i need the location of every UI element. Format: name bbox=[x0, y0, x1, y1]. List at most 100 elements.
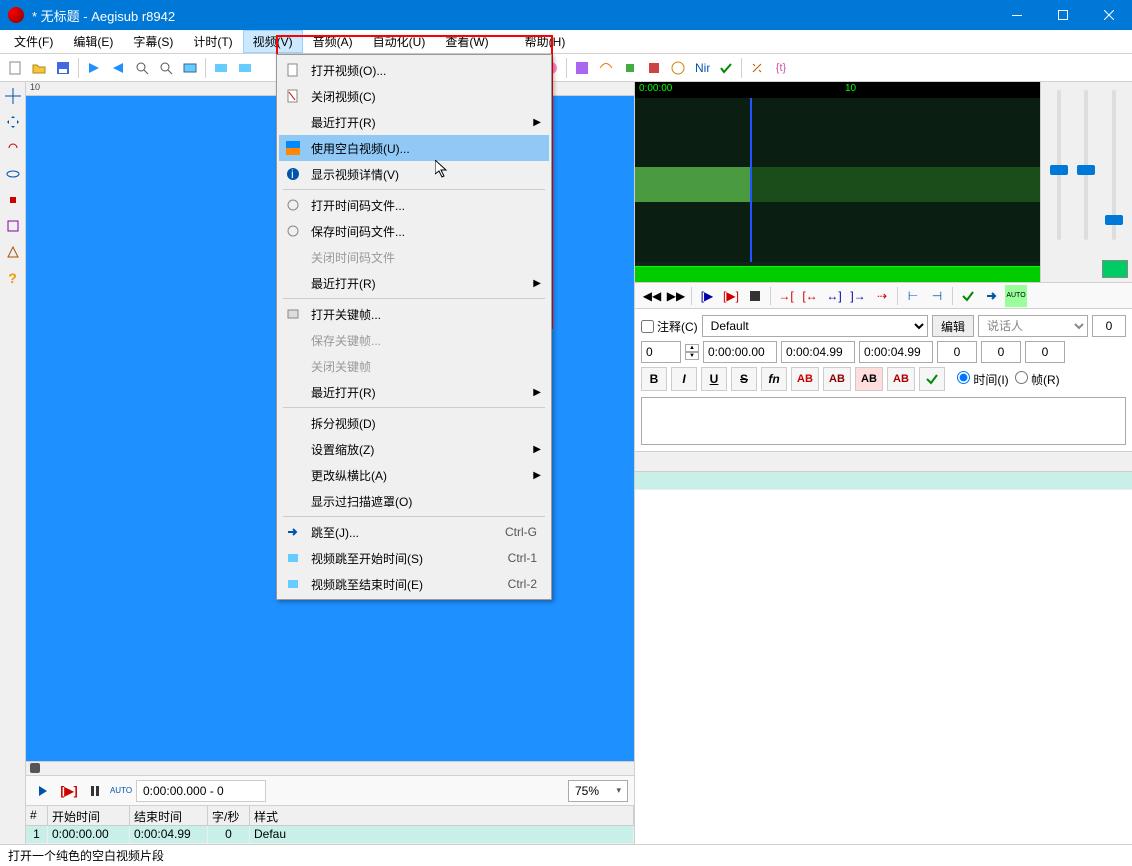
menu-automation[interactable]: 自动化(U) bbox=[363, 30, 436, 53]
stop-icon[interactable] bbox=[744, 285, 766, 307]
menu-detach-video[interactable]: 拆分视频(D) bbox=[279, 410, 549, 436]
menu-video[interactable]: 视频(V) bbox=[243, 30, 303, 53]
jump-video-start-icon[interactable] bbox=[83, 57, 105, 79]
open-icon[interactable] bbox=[28, 57, 50, 79]
play-selection-icon[interactable]: [▶ bbox=[696, 285, 718, 307]
settings-icon[interactable] bbox=[746, 57, 768, 79]
menu-jump-start[interactable]: 视频跳至开始时间(S)Ctrl-1 bbox=[279, 545, 549, 571]
audio-scrollbar[interactable] bbox=[635, 266, 1040, 282]
snap-start-icon[interactable] bbox=[210, 57, 232, 79]
layer-down-icon[interactable]: ▼ bbox=[685, 352, 699, 360]
effect-field[interactable] bbox=[1092, 315, 1126, 337]
menu-open-timecodes[interactable]: 打开时间码文件... bbox=[279, 192, 549, 218]
grid-header-num[interactable]: # bbox=[26, 806, 48, 825]
jump-video-end-icon[interactable] bbox=[107, 57, 129, 79]
pause-icon[interactable] bbox=[84, 780, 106, 802]
edit-style-button[interactable]: 编辑 bbox=[932, 315, 974, 337]
menu-view[interactable]: 查看(W) bbox=[435, 30, 498, 53]
volume-slider[interactable] bbox=[1105, 90, 1123, 240]
layer-up-icon[interactable]: ▲ bbox=[685, 344, 699, 352]
play-line-icon[interactable]: [▶] bbox=[58, 780, 80, 802]
snap-end-icon[interactable] bbox=[234, 57, 256, 79]
commit-text-button[interactable] bbox=[919, 367, 945, 391]
clip-tool-icon[interactable] bbox=[3, 216, 23, 236]
italic-button[interactable]: I bbox=[671, 367, 697, 391]
play-before-start-icon[interactable]: →[ bbox=[775, 285, 797, 307]
spellcheck-icon[interactable] bbox=[715, 57, 737, 79]
shadow-color-button[interactable]: AB bbox=[887, 367, 915, 391]
margin-r-field[interactable] bbox=[981, 341, 1021, 363]
menu-help[interactable]: 帮助(H) bbox=[515, 30, 576, 53]
secondary-color-button[interactable]: AB bbox=[823, 367, 851, 391]
end-time-field[interactable] bbox=[781, 341, 855, 363]
start-time-field[interactable] bbox=[703, 341, 777, 363]
kanji-timer-icon[interactable] bbox=[667, 57, 689, 79]
play-after-start-icon[interactable]: [↔ bbox=[799, 285, 821, 307]
move-tool-icon[interactable] bbox=[3, 112, 23, 132]
auto-toggle-icon[interactable]: AUTO bbox=[110, 780, 132, 802]
actor-select[interactable]: 说话人 bbox=[978, 315, 1088, 337]
menu-jump-end[interactable]: 视频跳至结束时间(E)Ctrl-2 bbox=[279, 571, 549, 597]
menu-show-video-details[interactable]: i显示视频详情(V) bbox=[279, 161, 549, 187]
menu-edit[interactable]: 编辑(E) bbox=[63, 30, 123, 53]
margin-v-field[interactable] bbox=[1025, 341, 1065, 363]
crosshair-tool-icon[interactable] bbox=[3, 86, 23, 106]
menu-set-zoom[interactable]: 设置缩放(Z)▶ bbox=[279, 436, 549, 462]
minimize-button[interactable] bbox=[994, 0, 1040, 30]
next-commit-icon[interactable] bbox=[981, 285, 1003, 307]
menu-subtitle[interactable]: 字幕(S) bbox=[123, 30, 183, 53]
play-to-end-icon[interactable]: ⇢ bbox=[871, 285, 893, 307]
menu-recent-keyframes[interactable]: 最近打开(R)▶ bbox=[279, 379, 549, 405]
rotate-xy-tool-icon[interactable] bbox=[3, 164, 23, 184]
margin-l-field[interactable] bbox=[937, 341, 977, 363]
menu-close-video[interactable]: 关闭视频(C) bbox=[279, 83, 549, 109]
outline-color-button[interactable]: AB bbox=[855, 367, 883, 391]
cycle-icon[interactable]: {t} bbox=[770, 57, 792, 79]
time-mode-radio[interactable]: 时间(I) bbox=[957, 371, 1009, 388]
menu-overscan-mask[interactable]: 显示过扫描遮罩(O) bbox=[279, 488, 549, 514]
subtitle-text-input[interactable] bbox=[641, 397, 1126, 445]
next-line-icon[interactable]: ▶▶ bbox=[665, 285, 687, 307]
underline-button[interactable]: U bbox=[701, 367, 727, 391]
link-sliders-button[interactable] bbox=[1102, 260, 1128, 278]
scale-tool-icon[interactable] bbox=[3, 190, 23, 210]
video-jump-icon[interactable] bbox=[179, 57, 201, 79]
menu-save-timecodes[interactable]: 保存时间码文件... bbox=[279, 218, 549, 244]
auto-commit-icon[interactable]: AUTO bbox=[1005, 285, 1027, 307]
primary-color-button[interactable]: AB bbox=[791, 367, 819, 391]
play-icon[interactable] bbox=[32, 780, 54, 802]
lead-out-icon[interactable]: ⊣ bbox=[926, 285, 948, 307]
rotate-z-tool-icon[interactable] bbox=[3, 138, 23, 158]
menu-audio[interactable]: 音频(A) bbox=[303, 30, 363, 53]
font-button[interactable]: fn bbox=[761, 367, 787, 391]
comment-checkbox[interactable]: 注释(C) bbox=[641, 318, 698, 335]
frame-mode-radio[interactable]: 帧(R) bbox=[1015, 371, 1060, 388]
play-line-audio-icon[interactable]: [▶] bbox=[720, 285, 742, 307]
horizontal-zoom-slider[interactable] bbox=[1050, 90, 1068, 240]
save-icon[interactable] bbox=[52, 57, 74, 79]
audio-display[interactable]: 0:00:00 10 bbox=[635, 82, 1040, 282]
grid-row[interactable]: 1 0:00:00.00 0:00:04.99 0 Defau bbox=[26, 826, 634, 844]
commit-icon[interactable] bbox=[957, 285, 979, 307]
menu-recent-timecodes[interactable]: 最近打开(R)▶ bbox=[279, 270, 549, 296]
layer-field[interactable] bbox=[641, 341, 681, 363]
play-after-end-icon[interactable]: ]→ bbox=[847, 285, 869, 307]
menu-aspect-ratio[interactable]: 更改纵横比(A)▶ bbox=[279, 462, 549, 488]
duration-field[interactable] bbox=[859, 341, 933, 363]
styling-assistant-icon[interactable] bbox=[571, 57, 593, 79]
resample-icon[interactable] bbox=[619, 57, 641, 79]
menu-jump-to[interactable]: 跳至(J)...Ctrl-G bbox=[279, 519, 549, 545]
translation-icon[interactable] bbox=[595, 57, 617, 79]
menu-timing[interactable]: 计时(T) bbox=[183, 30, 242, 53]
new-icon[interactable] bbox=[4, 57, 26, 79]
menu-open-video[interactable]: 打开视频(O)... bbox=[279, 57, 549, 83]
prev-line-icon[interactable]: ◀◀ bbox=[641, 285, 663, 307]
menu-file[interactable]: 文件(F) bbox=[4, 30, 63, 53]
menu-recent-video[interactable]: 最近打开(R)▶ bbox=[279, 109, 549, 135]
video-seek-bar[interactable] bbox=[26, 761, 634, 775]
timing-post-icon[interactable] bbox=[643, 57, 665, 79]
menu-open-keyframes[interactable]: 打开关键帧... bbox=[279, 301, 549, 327]
help-tool-icon[interactable]: ? bbox=[3, 268, 23, 288]
style-select[interactable]: Default bbox=[702, 315, 928, 337]
menu-use-dummy-video[interactable]: 使用空白视频(U)... bbox=[279, 135, 549, 161]
